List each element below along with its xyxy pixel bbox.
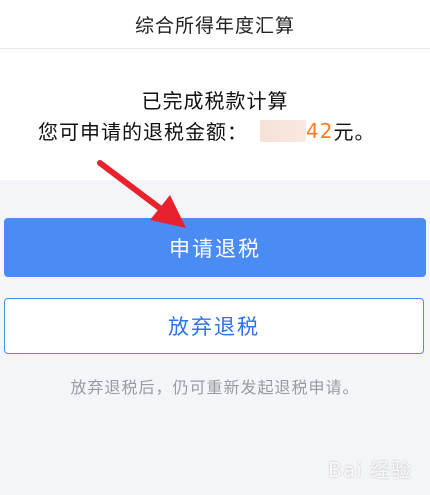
status-text: 已完成税款计算 <box>141 89 289 113</box>
page-title: 综合所得年度汇算 <box>134 14 295 37</box>
hint-text: 放弃退税后，仍可重新发起退税申请。 <box>70 378 360 397</box>
watermark: Bai 经验 <box>328 458 412 482</box>
top-bar: 综合所得年度汇算 <box>0 0 430 49</box>
apply-refund-button[interactable]: 申请退税 <box>4 218 426 277</box>
refund-line: 您可申请的退税金额： 42 元。 <box>38 116 375 145</box>
refund-unit: 元。 <box>333 120 376 144</box>
result-panel: 已完成税款计算 您可申请的退税金额： 42 元。 <box>0 49 430 180</box>
abandon-refund-button[interactable]: 放弃退税 <box>4 298 424 354</box>
redacted-amount <box>260 119 306 142</box>
refund-amount: 42 <box>306 118 334 143</box>
refund-label: 您可申请的退税金额： <box>38 120 248 144</box>
